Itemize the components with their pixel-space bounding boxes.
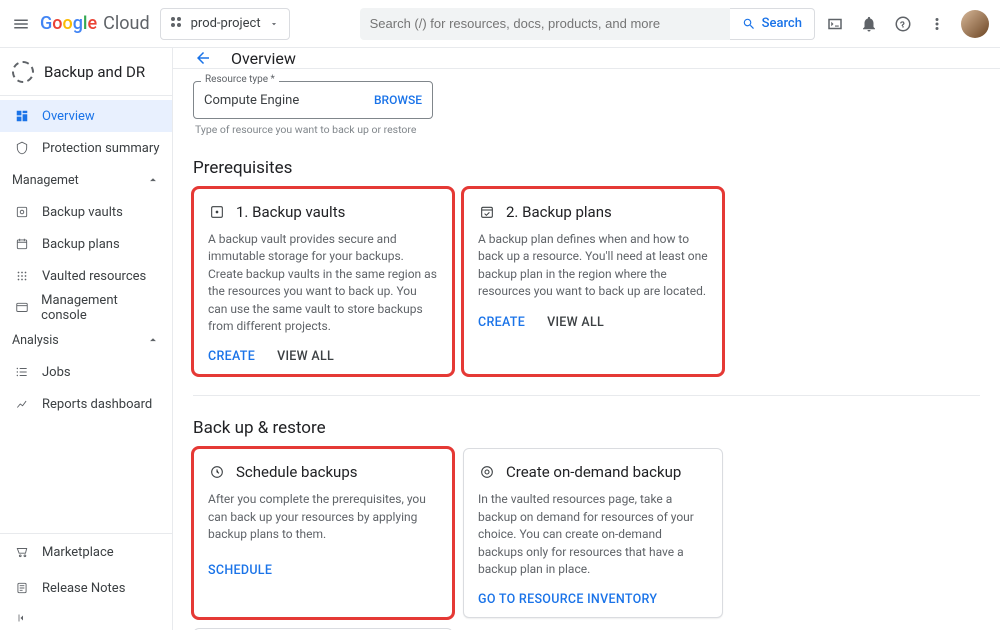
sidebar-item-vaulted-resources[interactable]: Vaulted resources: [0, 260, 172, 292]
sidebar-product-header[interactable]: Backup and DR: [0, 48, 172, 96]
search-input[interactable]: [370, 16, 720, 31]
help-icon[interactable]: [893, 14, 913, 34]
cards-prerequisites: 1. Backup vaults A backup vault provides…: [193, 188, 980, 375]
sidebar-item-backup-vaults[interactable]: Backup vaults: [0, 196, 172, 228]
notes-icon: [14, 580, 30, 596]
main-header: Overview: [173, 48, 1000, 69]
sidebar-item-label: Release Notes: [42, 581, 125, 596]
resource-type-label: Resource type *: [201, 74, 279, 85]
more-icon[interactable]: [927, 14, 947, 34]
card-backup-vaults: 1. Backup vaults A backup vault provides…: [193, 188, 453, 375]
page-title: Overview: [231, 49, 296, 68]
card-backup-plans: 2. Backup plans A backup plan defines wh…: [463, 188, 723, 375]
sidebar-item-label: Marketplace: [42, 545, 114, 560]
notifications-icon[interactable]: [859, 14, 879, 34]
chevron-up-icon: [146, 333, 160, 347]
vault-card-icon: [208, 203, 226, 221]
topbar: Google Cloud prod-project Search: [0, 0, 1000, 48]
collapse-icon: [14, 610, 30, 626]
card-title: 2. Backup plans: [506, 203, 612, 221]
sidebar-item-overview[interactable]: Overview: [0, 100, 172, 132]
sidebar-item-backup-plans[interactable]: Backup plans: [0, 228, 172, 260]
resource-type-field: Resource type * Compute Engine BROWSE Ty…: [193, 81, 433, 136]
sidebar-group-analysis[interactable]: Analysis: [0, 324, 172, 356]
logo[interactable]: Google Cloud: [40, 13, 150, 34]
sidebar-item-jobs[interactable]: Jobs: [0, 356, 172, 388]
search-area: Search: [360, 8, 815, 40]
card-body: In the vaulted resources page, take a ba…: [478, 491, 708, 578]
sidebar-item-label: Overview: [42, 109, 95, 124]
sidebar: Backup and DR Overview Protection summar…: [0, 48, 173, 630]
dashboard-icon: [14, 108, 30, 124]
cart-icon: [14, 544, 30, 560]
card-body: A backup vault provides secure and immut…: [208, 231, 438, 335]
grid-icon: [14, 268, 30, 284]
section-prerequisites: Prerequisites: [193, 158, 980, 178]
section-backup-restore: Back up & restore: [193, 418, 980, 438]
resource-type-value: Compute Engine: [204, 93, 299, 108]
view-all-button[interactable]: VIEW ALL: [277, 349, 334, 364]
chart-icon: [14, 396, 30, 412]
browse-button[interactable]: BROWSE: [374, 93, 422, 107]
create-button[interactable]: CREATE: [208, 349, 255, 364]
ondemand-card-icon: [478, 463, 496, 481]
cards-backup-restore: Schedule backups After you complete the …: [193, 448, 980, 630]
chevron-up-icon: [146, 173, 160, 187]
go-to-resource-inventory-button[interactable]: GO TO RESOURCE INVENTORY: [478, 592, 657, 607]
sidebar-footer: Marketplace Release Notes: [0, 533, 172, 630]
divider: [193, 395, 980, 396]
caret-down-icon: [269, 19, 279, 29]
avatar[interactable]: [961, 10, 989, 38]
create-button[interactable]: CREATE: [478, 315, 525, 330]
menu-icon[interactable]: [12, 12, 30, 36]
sidebar-item-release-notes[interactable]: Release Notes: [0, 570, 172, 606]
sidebar-item-management-console[interactable]: Management console: [0, 292, 172, 324]
sidebar-item-label: Protection summary: [42, 141, 160, 156]
shield-icon: [14, 140, 30, 156]
backup-dr-icon: [12, 61, 34, 83]
sidebar-item-marketplace[interactable]: Marketplace: [0, 534, 172, 570]
main: Overview Resource type * Compute Engine …: [173, 48, 1000, 630]
project-picker[interactable]: prod-project: [160, 8, 290, 40]
card-ondemand-backup: Create on-demand backup In the vaulted r…: [463, 448, 723, 618]
search-button[interactable]: Search: [730, 8, 815, 40]
product-title: Backup and DR: [44, 63, 145, 81]
topbar-right: [825, 10, 989, 38]
resource-type-help: Type of resource you want to back up or …: [195, 123, 433, 136]
search-icon: [742, 17, 756, 31]
sidebar-collapse[interactable]: [0, 606, 172, 630]
card-title: Create on-demand backup: [506, 463, 681, 481]
console-icon: [14, 300, 29, 316]
card-title: Schedule backups: [236, 463, 358, 481]
schedule-button[interactable]: SCHEDULE: [208, 563, 272, 578]
card-body: A backup plan defines when and how to ba…: [478, 231, 708, 301]
sidebar-item-label: Backup plans: [42, 237, 120, 252]
cloud-shell-icon[interactable]: [825, 14, 845, 34]
project-name: prod-project: [191, 16, 261, 31]
sidebar-item-label: Jobs: [42, 365, 71, 380]
sidebar-group-management[interactable]: Managemet: [0, 164, 172, 196]
sidebar-item-label: Vaulted resources: [42, 269, 146, 284]
card-body: After you complete the prerequisites, yo…: [208, 491, 438, 549]
schedule-card-icon: [208, 463, 226, 481]
resource-type-box[interactable]: Compute Engine BROWSE: [193, 81, 433, 119]
sidebar-item-label: Backup vaults: [42, 205, 123, 220]
search-input-wrapper[interactable]: [360, 8, 730, 40]
back-button[interactable]: [193, 48, 213, 68]
project-icon: [171, 17, 185, 31]
sidebar-item-label: Reports dashboard: [42, 397, 152, 412]
sidebar-item-reports-dashboard[interactable]: Reports dashboard: [0, 388, 172, 420]
calendar-icon: [14, 236, 30, 252]
view-all-button[interactable]: VIEW ALL: [547, 315, 604, 330]
sidebar-item-label: Management console: [41, 293, 160, 323]
card-schedule-backups: Schedule backups After you complete the …: [193, 448, 453, 618]
list-icon: [14, 364, 30, 380]
card-title: 1. Backup vaults: [236, 203, 345, 221]
plan-card-icon: [478, 203, 496, 221]
sidebar-item-protection-summary[interactable]: Protection summary: [0, 132, 172, 164]
vault-icon: [14, 204, 30, 220]
